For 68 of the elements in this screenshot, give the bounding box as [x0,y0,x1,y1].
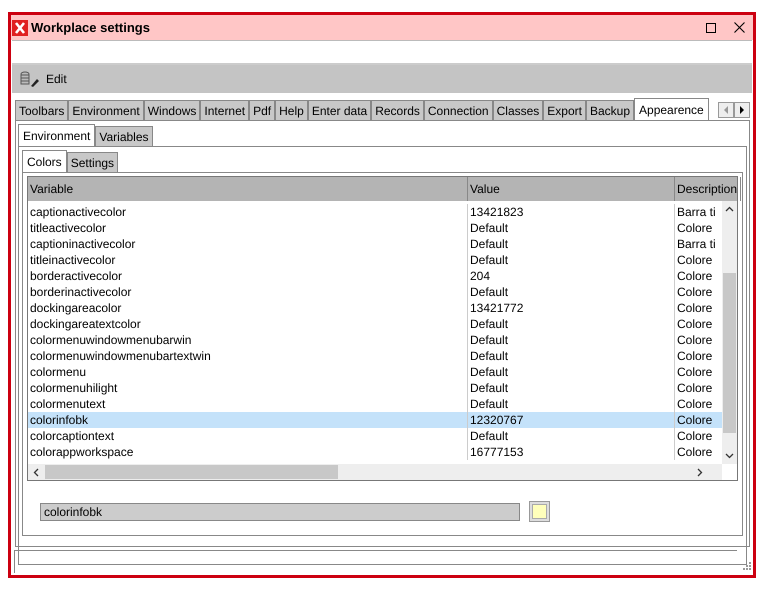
tab[interactable]: Records [371,100,424,120]
tab[interactable]: Backup [586,100,634,120]
scroll-left-icon[interactable] [32,468,41,477]
close-icon [734,22,744,33]
color-picker-button[interactable] [529,501,550,522]
scroll-up-icon[interactable] [725,205,734,214]
table-cell: colormenuwindowmenubarwin [28,332,468,348]
triangle-right-icon [739,106,745,114]
tab[interactable]: Environment [18,124,96,146]
table-cell: dockingareatextcolor [28,316,468,332]
table-cell: Default [468,236,675,252]
table-cell: 13421823 [468,204,675,220]
scroll-down-icon[interactable] [725,451,734,460]
table-cell: Default [468,220,675,236]
tab[interactable]: Environment [68,100,144,120]
table-cell: borderactivecolor [28,268,468,284]
table-row[interactable]: colorinfobk 12320767 Colore [28,412,722,428]
scrollbar-thumb[interactable] [723,273,736,433]
resize-grip-icon[interactable] [743,562,751,570]
table-cell: captionactivecolor [28,204,468,220]
table-cell: borderinactivecolor [28,284,468,300]
table-cell: Default [468,252,675,268]
tab[interactable]: Settings [66,152,118,172]
table-cell: colormenuwindowmenubartextwin [28,348,468,364]
table-cell: colorcaptiontext [28,428,468,444]
table-cell: colormenuhilight [28,380,468,396]
edit-button[interactable]: Edit [46,72,67,86]
tab[interactable]: Colors [22,150,67,172]
table-cell: Default [468,284,675,300]
tab[interactable]: Help [275,100,308,120]
table-cell: colorinfobk [28,412,468,428]
triangle-left-icon [723,106,729,114]
table-cell: colormenu [28,364,468,380]
column-header[interactable]: Variable [28,177,468,201]
table-cell: colorappworkspace [28,444,468,460]
tab[interactable]: Internet [200,100,250,120]
table-cell: captioninactivecolor [28,236,468,252]
window-title: Workplace settings [31,20,151,35]
column-header[interactable]: Value [468,177,675,201]
input-field[interactable]: colorinfobk [40,502,520,520]
table-cell: Default [468,428,675,444]
table-cell: 16777153 [468,444,675,460]
table-cell: 13421772 [468,300,675,316]
database-edit-icon[interactable] [20,71,40,87]
tab[interactable]: Toolbars [15,100,68,120]
tab[interactable]: Connection [424,100,493,120]
scroll-right-icon[interactable] [695,468,704,477]
table-cell: 204 [468,268,675,284]
tab[interactable]: Windows [144,100,200,120]
table-cell: Default [468,332,675,348]
table-cell: titleinactivecolor [28,252,468,268]
tab[interactable]: Export [543,100,586,120]
table-cell: dockingareacolor [28,300,468,316]
table-cell: Default [468,348,675,364]
table-cell: titleactivecolor [28,220,468,236]
table-cell: Default [468,380,675,396]
maximize-icon [706,22,716,32]
tab[interactable]: Classes [492,100,544,120]
table-cell: 12320767 [468,412,675,428]
table-cell: Default [468,364,675,380]
tab-scroll-right-button[interactable] [734,102,750,118]
tab[interactable]: Variables [95,126,153,146]
table-cell: Default [468,316,675,332]
tab[interactable]: Pdf [249,100,276,120]
tab[interactable]: Enter data [308,100,372,120]
app-logo-icon [12,20,28,36]
scrollbar-thumb[interactable] [45,465,338,479]
tab[interactable]: Appearence [634,98,709,120]
